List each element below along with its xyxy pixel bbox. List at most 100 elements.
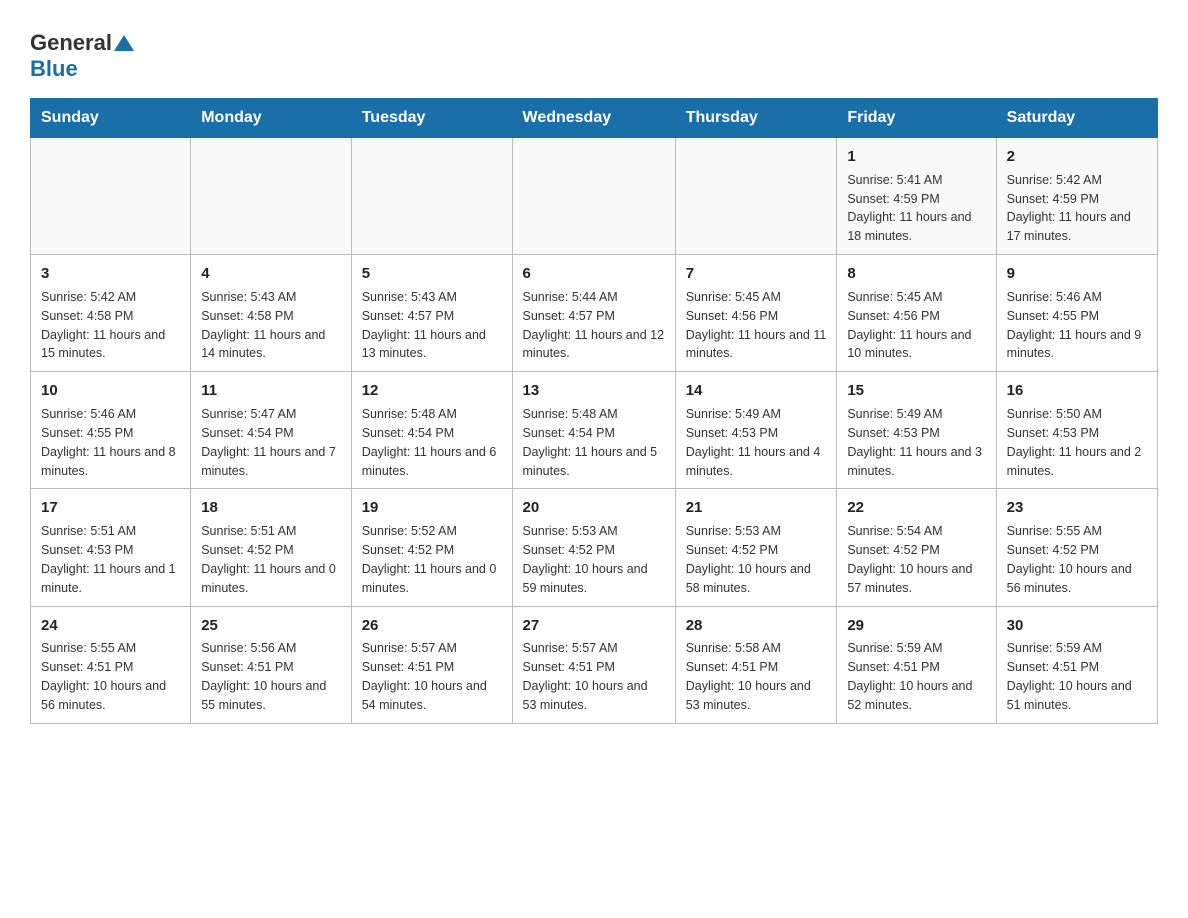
calendar-cell: 27Sunrise: 5:57 AMSunset: 4:51 PMDayligh…: [512, 606, 675, 723]
calendar-cell: 7 Sunrise: 5:45 AMSunset: 4:56 PMDaylight…: [675, 255, 837, 372]
day-number: 29: [847, 615, 985, 637]
day-info: Sunrise: 5:57 AMSunset: 4:51 PMDaylight:…: [523, 641, 648, 712]
logo-triangle-icon: [114, 35, 134, 51]
logo-blue-text: Blue: [30, 56, 78, 81]
day-info: Sunrise: 5:54 AMSunset: 4:52 PMDaylight:…: [847, 524, 972, 595]
day-info: Sunrise: 5:56 AMSunset: 4:51 PMDaylight:…: [201, 641, 326, 712]
calendar-cell: 13Sunrise: 5:48 AMSunset: 4:54 PMDayligh…: [512, 372, 675, 489]
day-number: 26: [362, 615, 502, 637]
day-number: 23: [1007, 497, 1147, 519]
calendar-cell: 21 Sunrise: 5:53 AMSunset: 4:52 PMDayligh…: [675, 489, 837, 606]
day-info: Sunrise: 5:42 AMSunset: 4:58 PMDaylight:…: [41, 290, 165, 361]
weekday-header-monday: Monday: [191, 99, 351, 138]
weekday-header-wednesday: Wednesday: [512, 99, 675, 138]
day-info: Sunrise: 5:50 AMSunset: 4:53 PMDaylight:…: [1007, 407, 1142, 478]
calendar-cell: 3 Sunrise: 5:42 AMSunset: 4:58 PMDaylight…: [31, 255, 191, 372]
day-info: Sunrise: 5:55 AMSunset: 4:51 PMDaylight:…: [41, 641, 166, 712]
day-info: Sunrise: 5:46 AMSunset: 4:55 PMDaylight:…: [1007, 290, 1142, 361]
page-header: General Blue: [30, 20, 1158, 82]
day-number: 16: [1007, 380, 1147, 402]
calendar-cell: 23 Sunrise: 5:55 AMSunset: 4:52 PMDayligh…: [996, 489, 1157, 606]
calendar-cell: [675, 138, 837, 255]
calendar-cell: 16 Sunrise: 5:50 AMSunset: 4:53 PMDayligh…: [996, 372, 1157, 489]
calendar-cell: 19 Sunrise: 5:52 AMSunset: 4:52 PMDayligh…: [351, 489, 512, 606]
day-info: Sunrise: 5:59 AMSunset: 4:51 PMDaylight:…: [1007, 641, 1132, 712]
day-info: Sunrise: 5:43 AMSunset: 4:57 PMDaylight:…: [362, 290, 486, 361]
calendar-cell: 14 Sunrise: 5:49 AMSunset: 4:53 PMDayligh…: [675, 372, 837, 489]
logo-general-text: General: [30, 30, 112, 56]
day-number: 30: [1007, 615, 1147, 637]
calendar-cell: 25 Sunrise: 5:56 AMSunset: 4:51 PMDayligh…: [191, 606, 351, 723]
calendar-cell: 20 Sunrise: 5:53 AMSunset: 4:52 PMDayligh…: [512, 489, 675, 606]
day-info: Sunrise: 5:52 AMSunset: 4:52 PMDaylight:…: [362, 524, 497, 595]
calendar-cell: 30 Sunrise: 5:59 AMSunset: 4:51 PMDayligh…: [996, 606, 1157, 723]
day-number: 10: [41, 380, 180, 402]
day-number: 2: [1007, 146, 1147, 168]
day-number: 1: [847, 146, 985, 168]
calendar-cell: 1Sunrise: 5:41 AMSunset: 4:59 PMDaylight…: [837, 138, 996, 255]
day-number: 9: [1007, 263, 1147, 285]
day-number: 7: [686, 263, 827, 285]
day-number: 11: [201, 380, 340, 402]
day-info: Sunrise: 5:53 AMSunset: 4:52 PMDaylight:…: [686, 524, 811, 595]
calendar-cell: 28 Sunrise: 5:58 AMSunset: 4:51 PMDayligh…: [675, 606, 837, 723]
day-info: Sunrise: 5:53 AMSunset: 4:52 PMDaylight:…: [523, 524, 648, 595]
day-number: 5: [362, 263, 502, 285]
weekday-header-sunday: Sunday: [31, 99, 191, 138]
calendar-cell: 2 Sunrise: 5:42 AMSunset: 4:59 PMDaylight…: [996, 138, 1157, 255]
day-info: Sunrise: 5:45 AMSunset: 4:56 PMDaylight:…: [847, 290, 971, 361]
calendar-cell: 8 Sunrise: 5:45 AMSunset: 4:56 PMDaylight…: [837, 255, 996, 372]
calendar-week-row: 24Sunrise: 5:55 AMSunset: 4:51 PMDayligh…: [31, 606, 1158, 723]
calendar-header: SundayMondayTuesdayWednesdayThursdayFrid…: [31, 99, 1158, 138]
calendar-cell: 24Sunrise: 5:55 AMSunset: 4:51 PMDayligh…: [31, 606, 191, 723]
calendar-cell: [512, 138, 675, 255]
day-info: Sunrise: 5:42 AMSunset: 4:59 PMDaylight:…: [1007, 173, 1131, 244]
day-number: 19: [362, 497, 502, 519]
calendar-cell: 4 Sunrise: 5:43 AMSunset: 4:58 PMDaylight…: [191, 255, 351, 372]
day-number: 20: [523, 497, 665, 519]
day-info: Sunrise: 5:45 AMSunset: 4:56 PMDaylight:…: [686, 290, 827, 361]
weekday-header-friday: Friday: [837, 99, 996, 138]
day-number: 18: [201, 497, 340, 519]
day-number: 22: [847, 497, 985, 519]
calendar-cell: 11Sunrise: 5:47 AMSunset: 4:54 PMDayligh…: [191, 372, 351, 489]
calendar-cell: 22 Sunrise: 5:54 AMSunset: 4:52 PMDayligh…: [837, 489, 996, 606]
calendar-week-row: 17Sunrise: 5:51 AMSunset: 4:53 PMDayligh…: [31, 489, 1158, 606]
day-number: 25: [201, 615, 340, 637]
calendar-cell: 17Sunrise: 5:51 AMSunset: 4:53 PMDayligh…: [31, 489, 191, 606]
calendar-cell: [31, 138, 191, 255]
calendar-week-row: 10 Sunrise: 5:46 AMSunset: 4:55 PMDayligh…: [31, 372, 1158, 489]
day-number: 3: [41, 263, 180, 285]
day-info: Sunrise: 5:58 AMSunset: 4:51 PMDaylight:…: [686, 641, 811, 712]
calendar-cell: 9 Sunrise: 5:46 AMSunset: 4:55 PMDaylight…: [996, 255, 1157, 372]
day-info: Sunrise: 5:49 AMSunset: 4:53 PMDaylight:…: [686, 407, 821, 478]
calendar-cell: 5 Sunrise: 5:43 AMSunset: 4:57 PMDaylight…: [351, 255, 512, 372]
day-info: Sunrise: 5:57 AMSunset: 4:51 PMDaylight:…: [362, 641, 487, 712]
calendar-week-row: 3 Sunrise: 5:42 AMSunset: 4:58 PMDaylight…: [31, 255, 1158, 372]
day-info: Sunrise: 5:49 AMSunset: 4:53 PMDaylight:…: [847, 407, 982, 478]
calendar-table: SundayMondayTuesdayWednesdayThursdayFrid…: [30, 98, 1158, 724]
weekday-header-saturday: Saturday: [996, 99, 1157, 138]
calendar-week-row: 1Sunrise: 5:41 AMSunset: 4:59 PMDaylight…: [31, 138, 1158, 255]
day-number: 14: [686, 380, 827, 402]
calendar-cell: 29 Sunrise: 5:59 AMSunset: 4:51 PMDayligh…: [837, 606, 996, 723]
day-info: Sunrise: 5:48 AMSunset: 4:54 PMDaylight:…: [362, 407, 497, 478]
calendar-cell: 18Sunrise: 5:51 AMSunset: 4:52 PMDayligh…: [191, 489, 351, 606]
day-info: Sunrise: 5:46 AMSunset: 4:55 PMDaylight:…: [41, 407, 176, 478]
day-number: 4: [201, 263, 340, 285]
day-info: Sunrise: 5:43 AMSunset: 4:58 PMDaylight:…: [201, 290, 325, 361]
day-number: 8: [847, 263, 985, 285]
calendar-cell: 15Sunrise: 5:49 AMSunset: 4:53 PMDayligh…: [837, 372, 996, 489]
day-number: 6: [523, 263, 665, 285]
calendar-body: 1Sunrise: 5:41 AMSunset: 4:59 PMDaylight…: [31, 138, 1158, 724]
day-info: Sunrise: 5:59 AMSunset: 4:51 PMDaylight:…: [847, 641, 972, 712]
weekday-header-tuesday: Tuesday: [351, 99, 512, 138]
day-number: 28: [686, 615, 827, 637]
day-number: 21: [686, 497, 827, 519]
day-number: 12: [362, 380, 502, 402]
day-info: Sunrise: 5:55 AMSunset: 4:52 PMDaylight:…: [1007, 524, 1132, 595]
calendar-cell: [191, 138, 351, 255]
calendar-cell: 12 Sunrise: 5:48 AMSunset: 4:54 PMDayligh…: [351, 372, 512, 489]
calendar-cell: 10 Sunrise: 5:46 AMSunset: 4:55 PMDayligh…: [31, 372, 191, 489]
day-number: 17: [41, 497, 180, 519]
